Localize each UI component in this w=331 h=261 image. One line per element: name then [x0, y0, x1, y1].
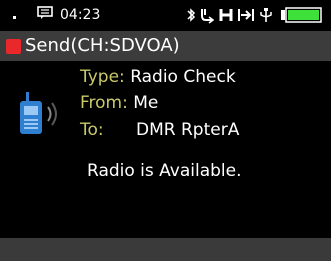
h-icon [219, 9, 233, 21]
gps-icon [201, 9, 215, 24]
to-row: To: DMR RpterA [80, 119, 239, 141]
record-indicator-icon [6, 39, 21, 54]
type-label: Type: [80, 67, 125, 87]
status-bar: 04:23 [0, 0, 331, 30]
from-value: Me [133, 93, 159, 113]
battery-icon [281, 7, 322, 23]
forward-icon [238, 9, 254, 21]
antenna-icon [260, 8, 272, 22]
type-row: Type: Radio Check [80, 66, 236, 88]
softkey-bar [0, 238, 331, 261]
radio-icon [20, 92, 57, 134]
bluetooth-icon [187, 8, 196, 22]
message-icon [37, 6, 53, 19]
to-label: To: [80, 120, 104, 140]
title-bar: Send(CH:SDVOA) [0, 31, 331, 61]
page-title: Send(CH:SDVOA) [25, 35, 180, 56]
from-label: From: [80, 93, 128, 113]
status-time: 04:23 [60, 7, 101, 23]
signal-dot-icon [13, 16, 16, 19]
result-text: Radio is Available. [87, 161, 242, 181]
from-row: From: Me [80, 92, 158, 114]
to-value: DMR RpterA [136, 120, 240, 140]
result-row: Radio is Available. [87, 160, 242, 182]
type-value: Radio Check [130, 67, 236, 87]
